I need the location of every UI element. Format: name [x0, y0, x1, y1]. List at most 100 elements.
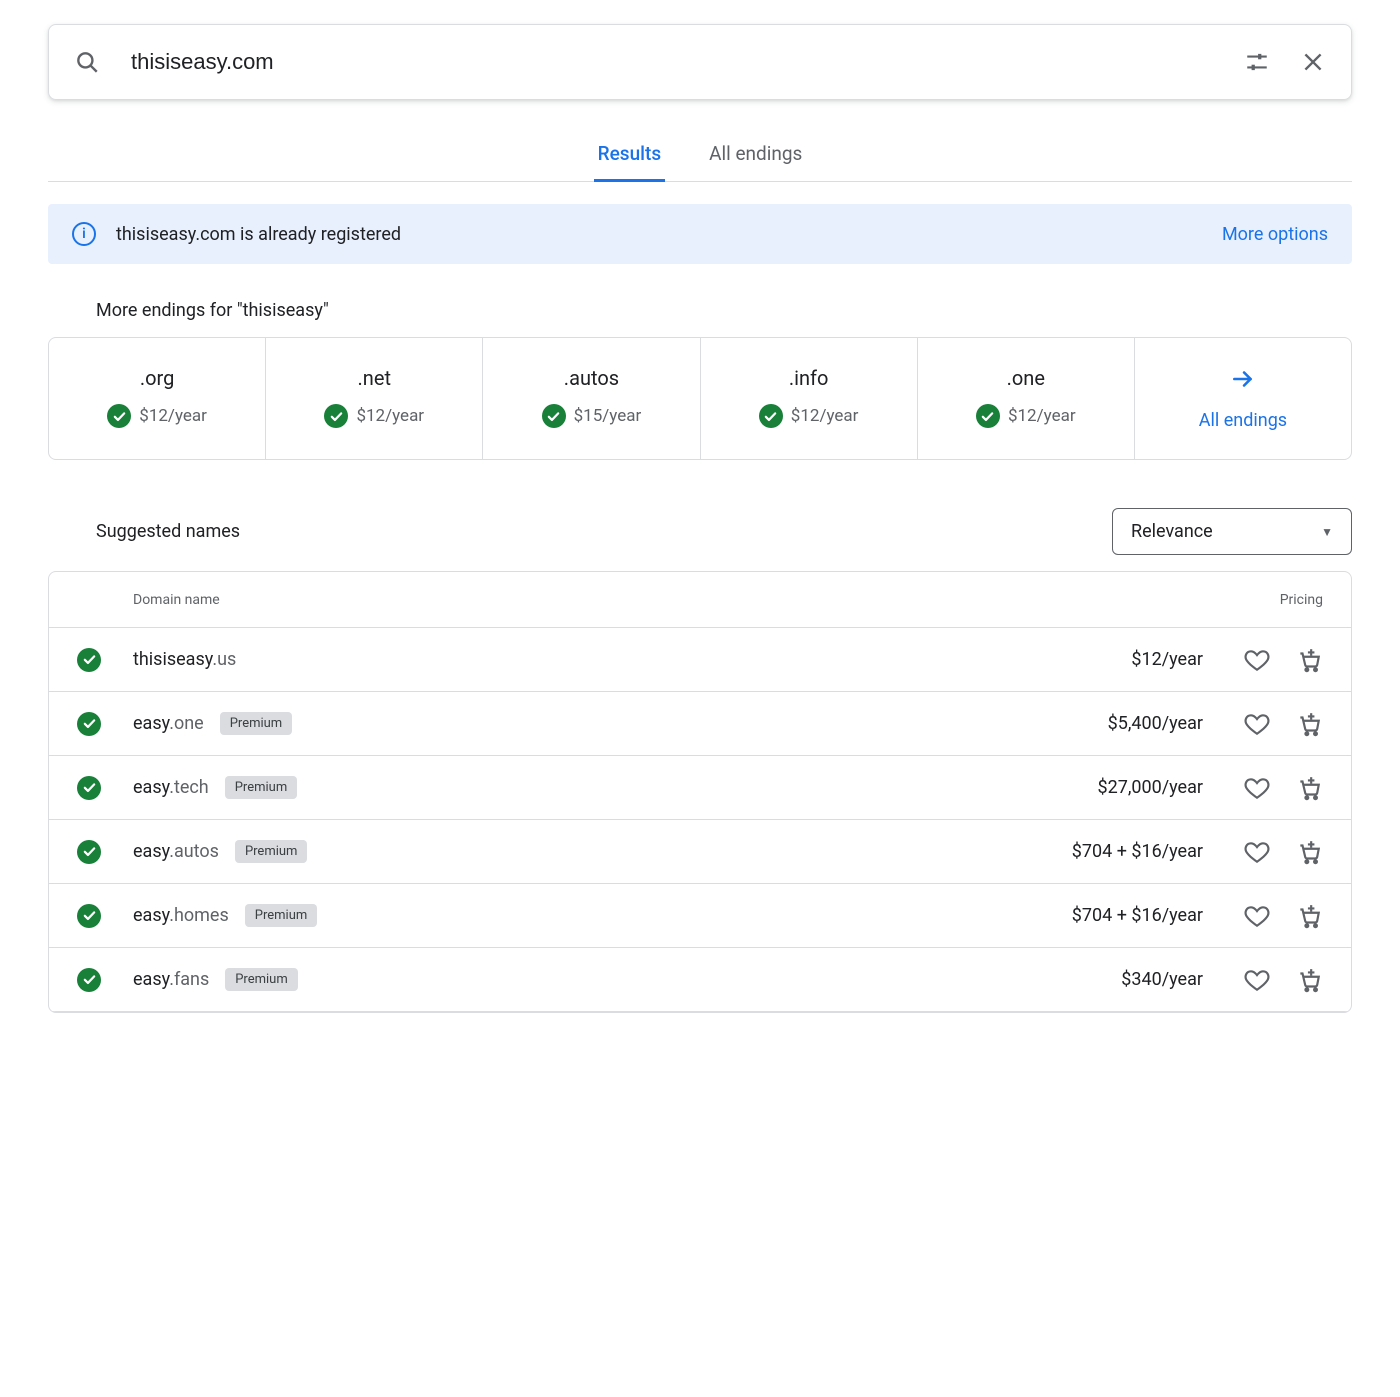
- ending-card[interactable]: .net $12/year: [266, 338, 483, 459]
- domain-base: easy: [133, 905, 169, 926]
- price-cell: $704 + $16/year: [1003, 841, 1203, 862]
- ending-card[interactable]: .one $12/year: [918, 338, 1135, 459]
- table-row[interactable]: thisiseasy.us$12/year: [49, 628, 1351, 692]
- premium-badge: Premium: [220, 712, 293, 735]
- table-header: Domain name Pricing: [49, 572, 1351, 628]
- ending-price: $12/year: [1008, 406, 1076, 426]
- price-line: $12/year: [107, 404, 207, 428]
- status-cell: [77, 840, 133, 864]
- check-icon: [759, 404, 783, 428]
- column-domain-name: Domain name: [77, 592, 1003, 608]
- ending-tld: .autos: [564, 366, 619, 390]
- column-pricing: Pricing: [1003, 592, 1323, 608]
- ending-card[interactable]: .autos $15/year: [483, 338, 700, 459]
- sort-selected: Relevance: [1131, 521, 1213, 542]
- table-row[interactable]: easy.fans Premium $340/year: [49, 948, 1351, 1012]
- status-cell: [77, 648, 133, 672]
- more-endings-heading: More endings for "thisiseasy": [96, 300, 1352, 321]
- close-icon[interactable]: [1299, 48, 1327, 76]
- table-row[interactable]: easy.one Premium $5,400/year: [49, 692, 1351, 756]
- premium-badge: Premium: [225, 968, 298, 991]
- add-to-cart-button[interactable]: [1295, 646, 1323, 674]
- domain-base: easy: [133, 841, 169, 862]
- price-line: $12/year: [976, 404, 1076, 428]
- domain-ext: .fans: [169, 969, 209, 990]
- favorite-button[interactable]: [1243, 838, 1271, 866]
- domain-base: easy: [133, 777, 169, 798]
- domain-ext: .homes: [169, 905, 229, 926]
- price-cell: $340/year: [1003, 969, 1203, 990]
- alert-message: thisiseasy.com is already registered: [116, 224, 1202, 245]
- status-cell: [77, 712, 133, 736]
- add-to-cart-button[interactable]: [1295, 710, 1323, 738]
- endings-row: .org $12/year .net $12/year .autos $15/year .i…: [48, 337, 1352, 460]
- ending-price: $15/year: [574, 406, 642, 426]
- add-to-cart-button[interactable]: [1295, 774, 1323, 802]
- ending-price: $12/year: [356, 406, 424, 426]
- dropdown-caret-icon: ▼: [1321, 525, 1333, 539]
- registered-alert: i thisiseasy.com is already registered M…: [48, 204, 1352, 264]
- info-icon: i: [72, 222, 96, 246]
- suggested-heading: Suggested names: [96, 521, 240, 542]
- all-endings-card[interactable]: All endings: [1135, 338, 1351, 459]
- ending-card[interactable]: .org $12/year: [49, 338, 266, 459]
- ending-tld: .net: [358, 366, 391, 390]
- premium-badge: Premium: [225, 776, 298, 799]
- domain-cell: easy.fans Premium: [133, 968, 1003, 991]
- domain-cell: easy.homes Premium: [133, 904, 1003, 927]
- more-options-link[interactable]: More options: [1222, 224, 1328, 245]
- price-cell: $12/year: [1003, 649, 1203, 670]
- search-icon: [73, 48, 101, 76]
- price-cell: $27,000/year: [1003, 777, 1203, 798]
- ending-card[interactable]: .info$12/year: [701, 338, 918, 459]
- price-line: $12/year: [324, 404, 424, 428]
- tabs: Results All endings: [48, 128, 1352, 182]
- domain-ext: .us: [212, 649, 236, 670]
- status-cell: [77, 776, 133, 800]
- premium-badge: Premium: [245, 904, 318, 927]
- check-icon: [77, 840, 101, 864]
- sort-select[interactable]: Relevance ▼: [1112, 508, 1352, 555]
- favorite-button[interactable]: [1243, 646, 1271, 674]
- ending-tld: .one: [1007, 366, 1045, 390]
- favorite-button[interactable]: [1243, 966, 1271, 994]
- add-to-cart-button[interactable]: [1295, 838, 1323, 866]
- domain-base: easy: [133, 969, 169, 990]
- tab-results[interactable]: Results: [594, 128, 665, 182]
- check-icon: [77, 648, 101, 672]
- domain-cell: thisiseasy.us: [133, 649, 1003, 670]
- tab-all-endings[interactable]: All endings: [705, 128, 806, 182]
- search-bar: [48, 24, 1352, 100]
- ending-price: $12/year: [791, 406, 859, 426]
- table-row[interactable]: easy.techPremium$27,000/year: [49, 756, 1351, 820]
- premium-badge: Premium: [235, 840, 308, 863]
- status-cell: [77, 904, 133, 928]
- results-table: Domain name Pricing thisiseasy.us$12/yea…: [48, 571, 1352, 1013]
- table-row[interactable]: easy.homes Premium $704 + $16/year: [49, 884, 1351, 948]
- domain-ext: .autos: [169, 841, 219, 862]
- favorite-button[interactable]: [1243, 774, 1271, 802]
- tune-icon[interactable]: [1243, 48, 1271, 76]
- price-line: $15/year: [542, 404, 642, 428]
- add-to-cart-button[interactable]: [1295, 966, 1323, 994]
- check-icon: [107, 404, 131, 428]
- domain-base: easy: [133, 713, 169, 734]
- domain-ext: .one: [169, 713, 204, 734]
- favorite-button[interactable]: [1243, 902, 1271, 930]
- check-icon: [77, 712, 101, 736]
- ending-price: $12/year: [139, 406, 207, 426]
- add-to-cart-button[interactable]: [1295, 902, 1323, 930]
- status-cell: [77, 968, 133, 992]
- check-icon: [77, 968, 101, 992]
- price-cell: $704 + $16/year: [1003, 905, 1203, 926]
- domain-cell: easy.autos Premium: [133, 840, 1003, 863]
- favorite-button[interactable]: [1243, 710, 1271, 738]
- price-line: $12/year: [759, 404, 859, 428]
- domain-cell: easy.one Premium: [133, 712, 1003, 735]
- table-row[interactable]: easy.autos Premium $704 + $16/year: [49, 820, 1351, 884]
- all-endings-label: All endings: [1199, 410, 1287, 431]
- price-cell: $5,400/year: [1003, 713, 1203, 734]
- arrow-right-icon: [1230, 366, 1256, 396]
- ending-tld: .org: [140, 366, 175, 390]
- search-input[interactable]: [129, 48, 1215, 76]
